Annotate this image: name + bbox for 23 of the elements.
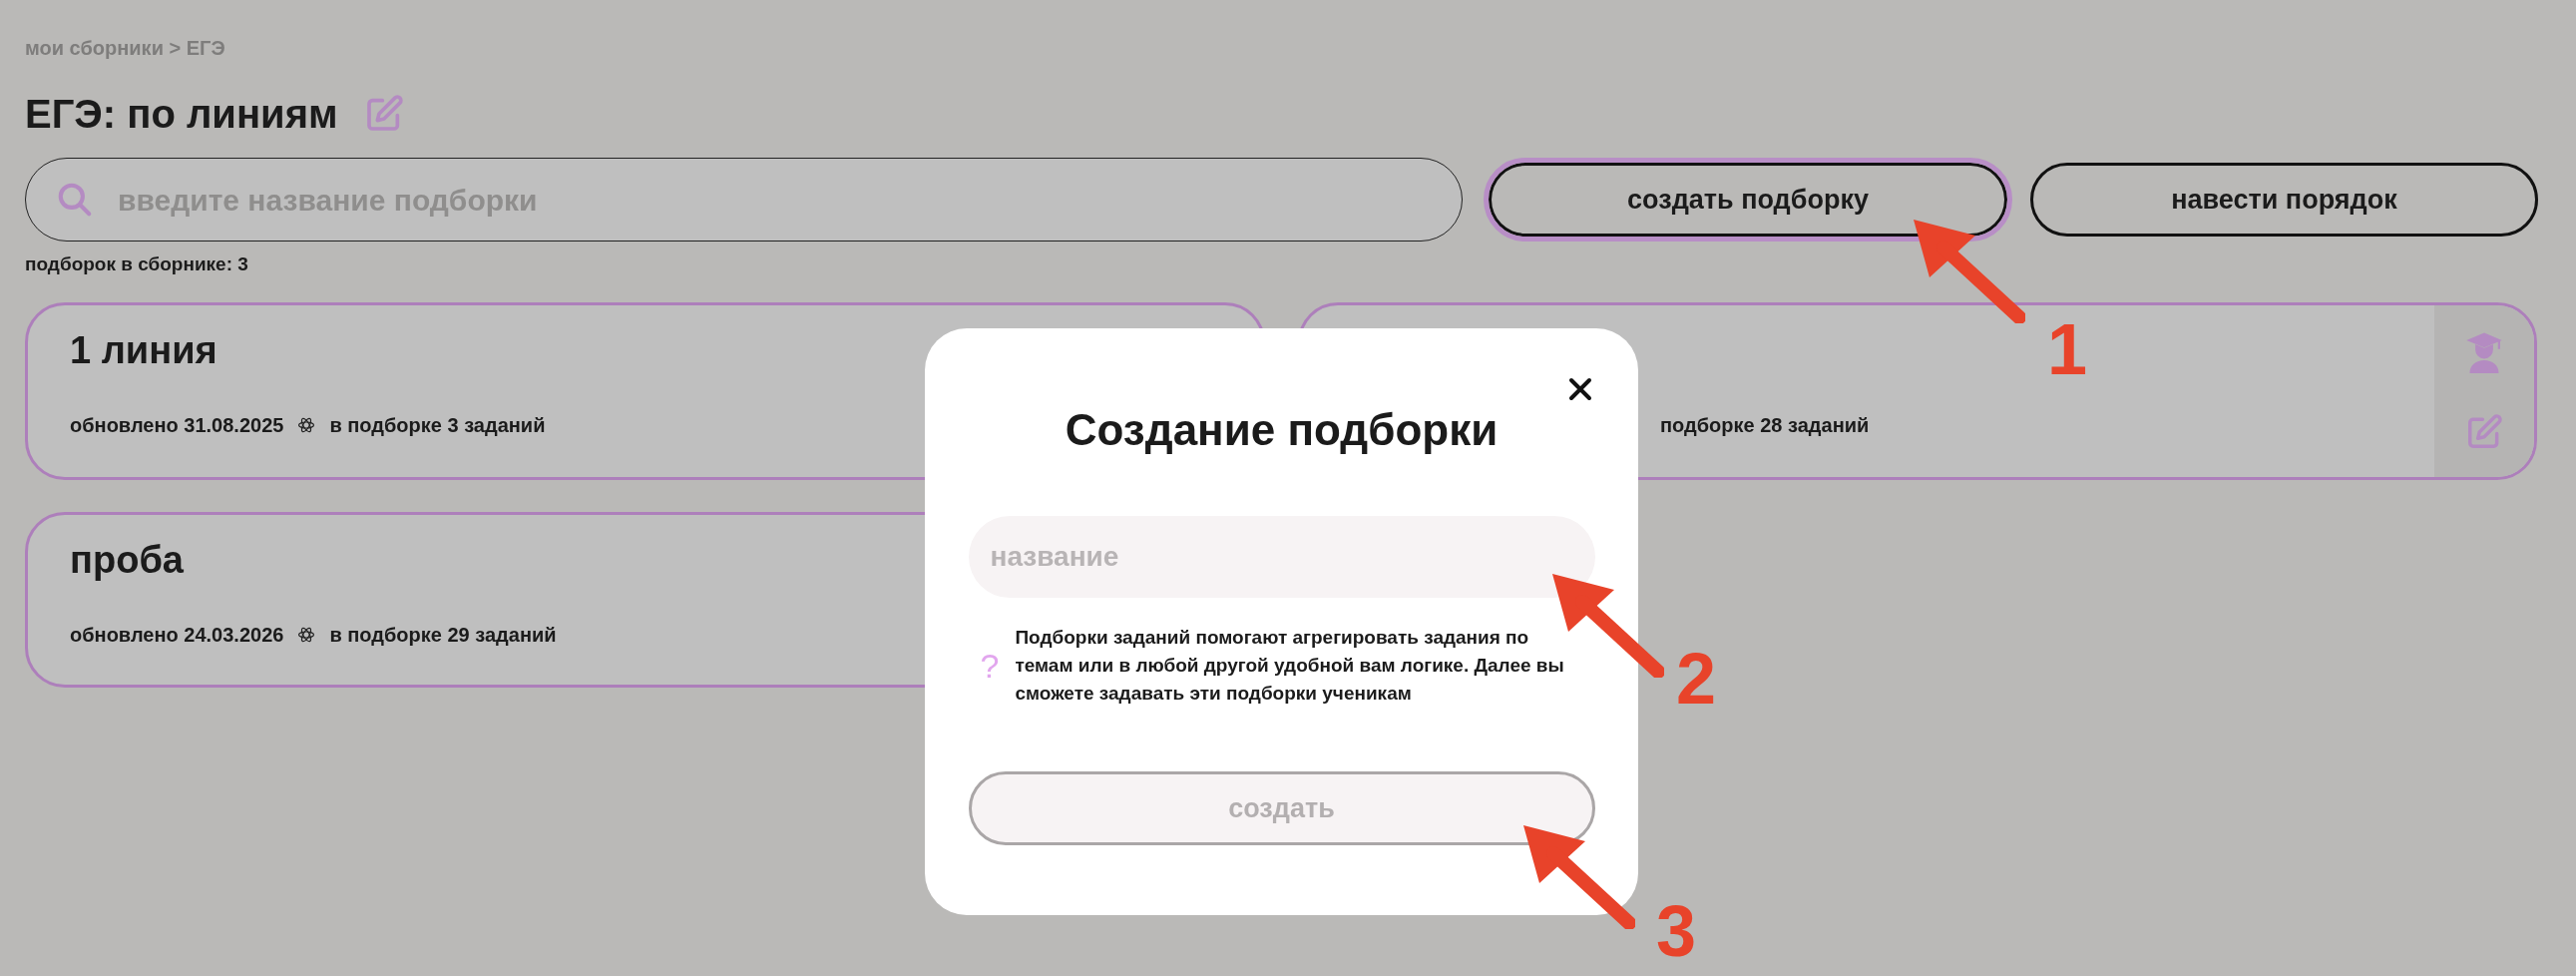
student-icon[interactable] — [2464, 331, 2504, 373]
close-icon — [1568, 377, 1592, 401]
task-count: в подборке 3 заданий — [329, 413, 546, 437]
action-button[interactable]: навести порядок — [2030, 163, 2538, 237]
card-title: проба — [70, 538, 184, 583]
name-field[interactable]: название — [968, 516, 1595, 598]
task-count: в подборке 29 заданий — [329, 623, 557, 647]
help-icon: ? — [980, 646, 1000, 686]
edit-icon[interactable] — [2465, 413, 2503, 451]
close-button[interactable] — [1568, 377, 1592, 401]
search-icon — [56, 181, 94, 219]
step-number: 3 — [1656, 891, 1697, 971]
updated-date: обновлено 31.08.2025 — [70, 413, 284, 437]
updated-date: обновлено 24.03.2026 — [70, 623, 284, 647]
atom-icon — [297, 416, 316, 434]
page-title: ЕГЭ: по линиям — [25, 91, 338, 138]
step-number: 2 — [1676, 639, 1717, 719]
collection-count: подборок в сборнике: 3 — [25, 253, 249, 275]
action-button[interactable]: создать подборку — [1484, 158, 2012, 242]
task-count: подборке 28 заданий — [1660, 413, 1870, 437]
atom-icon — [297, 626, 316, 644]
card-title: 1 линия — [70, 328, 217, 373]
step-number: 1 — [2047, 309, 2088, 389]
